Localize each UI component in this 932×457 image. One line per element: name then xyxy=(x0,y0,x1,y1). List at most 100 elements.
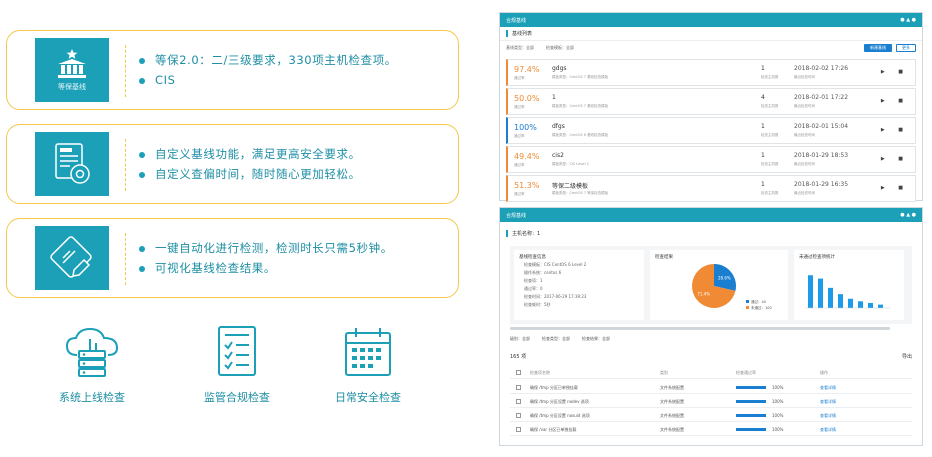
pie-slice-label: 28.6% xyxy=(718,275,731,280)
user-icon[interactable]: ● ▲ ● xyxy=(900,17,916,23)
accent-bar xyxy=(506,229,508,237)
filter-result[interactable]: 检查结果：全部 xyxy=(582,336,610,342)
pass-rate: 97.4% xyxy=(514,65,540,74)
bullet xyxy=(139,151,145,158)
host-count: 1 xyxy=(761,181,765,188)
new-baseline-button[interactable]: 新建基线 xyxy=(864,44,892,52)
pass-rate-bar xyxy=(736,400,766,403)
pass-rate-bar xyxy=(736,428,766,431)
feature-list: 自定义基线功能，满足更高安全要求。 自定义查偏时间，随时随心更加轻松。 xyxy=(139,125,361,203)
baseline-desc: 模板类型：CIS Level 2 xyxy=(552,162,589,166)
view-detail-link[interactable]: 查看详情 xyxy=(820,427,836,433)
feature-line: 自定义基线功能，满足更高安全要求。 xyxy=(139,144,361,164)
play-icon[interactable]: ▶ ■ xyxy=(881,185,909,191)
user-icon[interactable]: ● ▲ ● xyxy=(900,212,916,218)
check-time-label: 最近检查时间 xyxy=(794,162,815,166)
calendar-icon xyxy=(345,328,391,376)
divider xyxy=(125,139,126,191)
play-icon[interactable]: ▶ ■ xyxy=(881,69,909,75)
row-checkbox[interactable] xyxy=(516,385,521,390)
baseline-desc: 模板类型：CentOS 6 基线检查模板 xyxy=(552,133,609,137)
pass-rate-value: 100% xyxy=(772,427,784,432)
bar xyxy=(868,302,873,308)
info-line: 检查模板：CIS CentOS 6 Level 2 xyxy=(524,262,587,267)
baseline-name: dfgs xyxy=(552,123,565,130)
host-count-label: 检查主机数 xyxy=(761,75,779,79)
feature-line: 可视化基线检查结果。 xyxy=(139,258,393,278)
subtitle-text: 基线列表 xyxy=(512,31,533,37)
baseline-name: gdgs xyxy=(552,65,567,72)
info-card: 基线检查信息 检查模板：CIS CentOS 6 Level 2 操作系统：ce… xyxy=(514,250,644,320)
baseline-desc: 模板类型：CentOS 7 基线检查模板 xyxy=(552,104,609,108)
feature-icon-box xyxy=(35,132,109,196)
result-filters: 级别：全部 检查类型：全部 检查结果：全部 xyxy=(510,336,610,342)
feature-card-auto: 一键自动化进行检测，检测时长只需5秒钟。 可视化基线检查结果。 xyxy=(6,218,459,298)
bar xyxy=(848,298,853,308)
baseline-row[interactable]: 97.4% 通过率 gdgs 模板类型：CentOS 7 基线检查模板 1 检查主机数 20… xyxy=(506,59,916,86)
info-line: 操作系统：centos 6 xyxy=(524,270,562,275)
bar xyxy=(858,301,863,308)
baseline-list-screenshot: 合规基线 ● ▲ ● 基线列表 基线类型：全部 检查模板：全部 新建基线 更多 … xyxy=(499,12,923,202)
legend-swatch xyxy=(746,300,749,303)
play-icon[interactable]: ▶ ■ xyxy=(881,98,909,104)
check-item-category: 文件系统配置 xyxy=(660,385,684,390)
bar xyxy=(808,275,813,308)
export-button[interactable]: 导出 xyxy=(902,353,912,360)
host-count-label: 检查主机数 xyxy=(761,191,779,195)
filter-level[interactable]: 级别：全部 xyxy=(510,336,530,342)
card-title: 检查结果 xyxy=(655,255,673,260)
baseline-row[interactable]: 50.0% 通过率 1 模板类型：CentOS 7 基线检查模板 4 检查主机数 2018-… xyxy=(506,88,916,115)
host-count: 1 xyxy=(761,123,765,130)
app-title: 合规基线 xyxy=(506,212,527,219)
pass-rate-value: 100% xyxy=(772,413,784,418)
accent-bar xyxy=(506,30,508,37)
baseline-row[interactable]: 51.3% 通过率 等保二级模板 模板类型：CentOS 7 等保检查模板 1 检查主机数… xyxy=(506,175,916,202)
view-detail-link[interactable]: 查看详情 xyxy=(820,399,836,405)
check-time: 2018-02-02 17:26 xyxy=(794,65,849,72)
check-item-name: 确保 /tmp 分区设置 nosuid 选项 xyxy=(530,413,590,418)
baseline-name: 1 xyxy=(552,94,556,101)
baseline-row[interactable]: 49.4% 通过率 cis2 模板类型：CIS Level 2 1 检查主机数 2018-0… xyxy=(506,146,916,173)
pass-rate-label: 通过率 xyxy=(514,76,525,80)
check-item-category: 文件系统配置 xyxy=(660,413,684,418)
row-checkbox[interactable] xyxy=(516,399,521,404)
col-name: 检查项名称 xyxy=(530,370,550,375)
app-title: 合规基线 xyxy=(506,17,527,24)
view-detail-link[interactable]: 查看详情 xyxy=(820,385,836,391)
checklist-icon xyxy=(218,326,256,376)
pass-rate-bar xyxy=(736,414,766,417)
play-icon[interactable]: ▶ ■ xyxy=(881,156,909,162)
play-icon[interactable]: ▶ ■ xyxy=(881,127,909,133)
check-time: 2018-02-01 15:04 xyxy=(794,123,849,130)
filter-template[interactable]: 检查模板：全部 xyxy=(546,45,574,51)
horizontal-scrollbar[interactable] xyxy=(510,327,890,330)
baseline-row[interactable]: 100% 通过率 dfgs 模板类型：CentOS 6 基线检查模板 1 检查主机数 201… xyxy=(506,117,916,144)
table-row: 确保 /tmp 分区设置 nodev 选项 文件系统配置 100% 查看详情 xyxy=(510,395,912,408)
filter-type[interactable]: 基线类型：全部 xyxy=(506,45,534,51)
feature-line: 自定义查偏时间，随时随心更加轻松。 xyxy=(139,164,361,184)
more-button[interactable]: 更多 xyxy=(896,44,916,52)
baseline-desc: 模板类型：CentOS 7 等保检查模板 xyxy=(552,191,609,195)
scenario-label: 系统上线检查 xyxy=(59,391,125,404)
feature-icon-box: 等保基线 xyxy=(35,38,109,102)
scenario-label: 日常安全检查 xyxy=(335,391,401,404)
select-all-checkbox[interactable] xyxy=(516,370,521,375)
bullet xyxy=(139,171,145,178)
info-line: 检查时间：2017-06-29 17:39:23 xyxy=(524,294,587,299)
fail-stats-card: 未通过检查项统计 xyxy=(794,250,904,320)
pass-rate-value: 100% xyxy=(772,399,784,404)
result-card: 检查结果 28.6% 71.4% 通过：40 未通过：100 xyxy=(650,250,788,320)
filter-check-type[interactable]: 检查类型：全部 xyxy=(542,336,570,342)
info-line: 通过率：0 xyxy=(524,286,543,291)
check-time-label: 最近检查时间 xyxy=(794,104,815,108)
feature-line: 等保2.0：二/三级要求，330项主机检查项。 xyxy=(139,50,397,70)
view-detail-link[interactable]: 查看详情 xyxy=(820,413,836,419)
row-checkbox[interactable] xyxy=(516,427,521,432)
host-count-label: 检查主机数 xyxy=(761,162,779,166)
scenario-compliance: 监管合规检查 xyxy=(182,325,292,405)
pass-rate-label: 通过率 xyxy=(514,105,525,109)
row-checkbox[interactable] xyxy=(516,413,521,418)
host-count-label: 检查主机数 xyxy=(761,104,779,108)
host-count: 1 xyxy=(761,152,765,159)
pass-rate-value: 100% xyxy=(772,385,784,390)
